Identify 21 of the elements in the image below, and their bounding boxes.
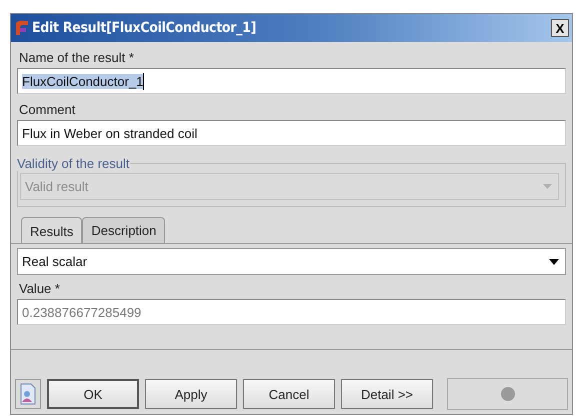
app-icon (14, 19, 30, 37)
field-value: FluxCoilConductor_1 (22, 74, 144, 88)
field-label: Comment (19, 102, 76, 117)
group-legend: Validity of the result (16, 156, 130, 171)
field-label: Value * (19, 281, 61, 296)
tab[interactable]: Description (82, 217, 166, 243)
window-title: Edit Result[FluxCoilConductor_1] (32, 20, 258, 36)
dialog-button[interactable]: OK (47, 379, 139, 409)
dialog-button[interactable]: Apply (145, 379, 237, 409)
dialog-button[interactable]: Detail >> (341, 379, 433, 409)
tab[interactable]: Results (21, 217, 82, 243)
field-label: Name of the result * (19, 50, 135, 65)
dropdown-arrow-icon (549, 258, 559, 264)
dropdown-arrow-icon (543, 184, 552, 189)
name-field[interactable]: FluxCoilConductor_1 (17, 68, 566, 94)
dialog-button[interactable]: Cancel (243, 379, 335, 409)
close-button[interactable]: X (551, 19, 569, 37)
document-person-icon[interactable] (15, 379, 41, 409)
status-dot-icon (500, 387, 514, 401)
comment-field[interactable]: Flux in Weber on stranded coil (17, 120, 566, 146)
result-type-dropdown[interactable]: Real scalar (17, 248, 566, 275)
